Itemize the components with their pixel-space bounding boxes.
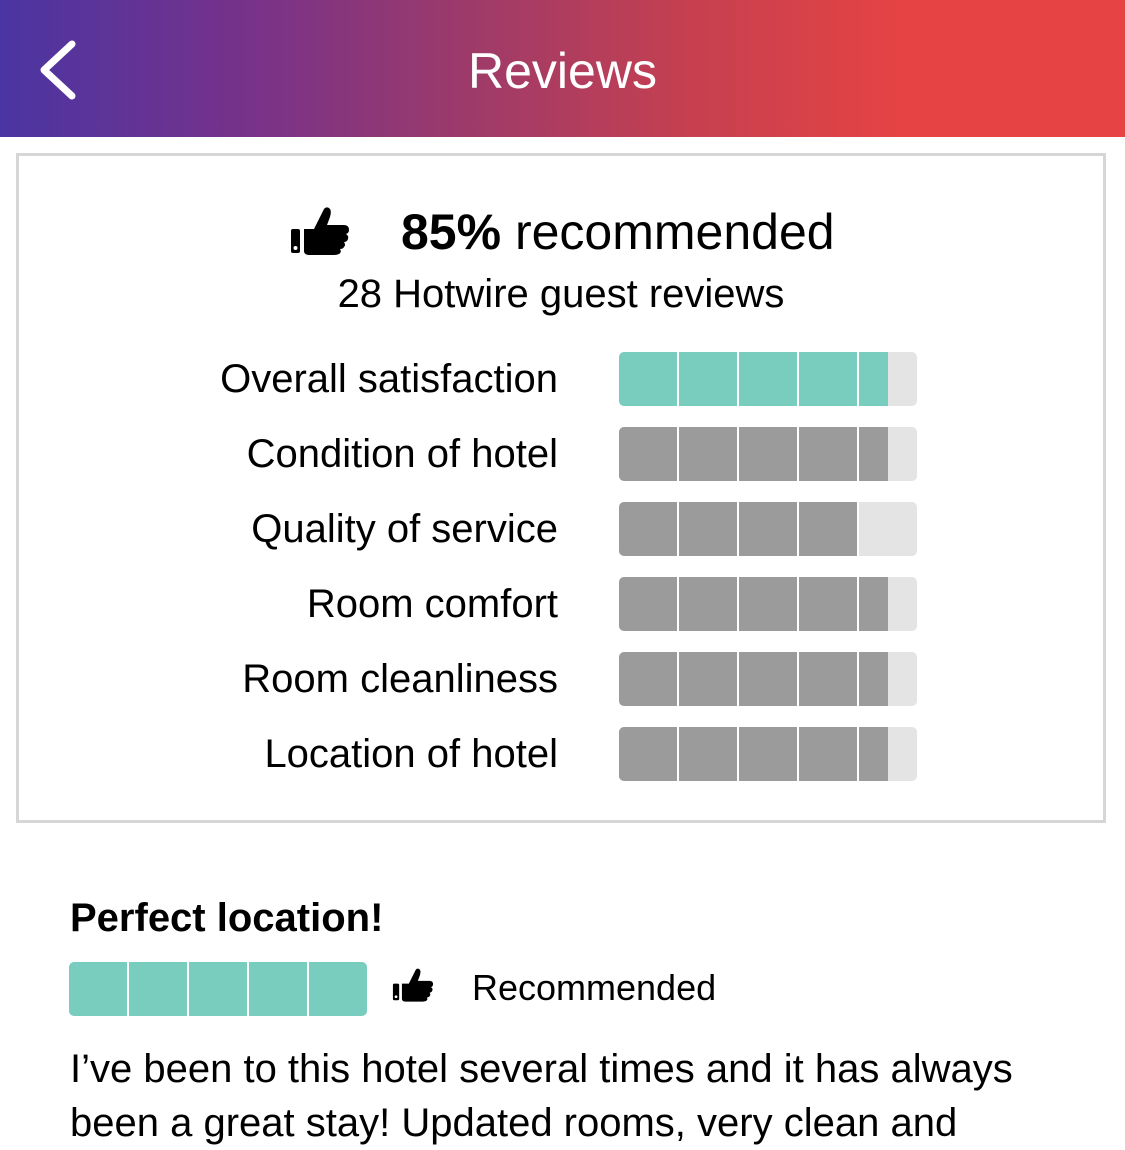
recommended-percent-text: 85% recommended (401, 204, 835, 260)
rating-segment-fill (799, 577, 857, 631)
rating-segment-fill (679, 727, 737, 781)
rating-segment-fill (679, 652, 737, 706)
rating-segment (859, 577, 917, 631)
rating-segment (189, 962, 247, 1016)
rating-segment (619, 352, 677, 406)
rating-segment (679, 427, 737, 481)
rating-segment (619, 652, 677, 706)
rating-segment-fill (859, 427, 888, 481)
rating-segment (129, 962, 187, 1016)
rating-label: Overall satisfaction (220, 357, 558, 401)
rating-segment (739, 427, 797, 481)
rating-segment (799, 427, 857, 481)
rating-segment (619, 577, 677, 631)
rating-segment-fill (679, 577, 737, 631)
rating-segment-fill (739, 577, 797, 631)
rating-segment-fill (739, 352, 797, 406)
rating-segment-fill (739, 652, 797, 706)
rating-segment (309, 962, 367, 1016)
app-header: Reviews (0, 0, 1125, 137)
rating-segment (619, 427, 677, 481)
rating-row: Condition of hotel (19, 427, 1103, 483)
rating-segment-fill (859, 352, 888, 406)
rating-row: Location of hotel (19, 727, 1103, 783)
review-count: 28 Hotwire guest reviews (337, 272, 785, 316)
rating-bar (619, 577, 917, 631)
rating-row: Quality of service (19, 502, 1103, 558)
rating-row: Room comfort (19, 577, 1103, 633)
rating-segment-fill (619, 652, 677, 706)
rating-segment-fill (619, 577, 677, 631)
review-title: Perfect location! (70, 896, 384, 940)
rating-label: Quality of service (251, 507, 558, 551)
rating-segment-fill (859, 727, 888, 781)
review-body: I’ve been to this hotel several times an… (70, 1047, 1013, 1145)
rating-segment-fill (679, 427, 737, 481)
rating-segment (739, 577, 797, 631)
rating-segment (69, 962, 127, 1016)
thumbs-up-icon (392, 968, 434, 1002)
rating-segment-fill (799, 352, 857, 406)
rating-bar (619, 427, 917, 481)
rating-segment (739, 502, 797, 556)
rating-bar (619, 352, 917, 406)
rating-segment-fill (799, 502, 857, 556)
rating-segment-fill (739, 427, 797, 481)
rating-segment-fill (619, 427, 677, 481)
rating-segment-fill (739, 502, 797, 556)
rating-segment (679, 352, 737, 406)
rating-segment (859, 427, 917, 481)
rating-segment (859, 502, 917, 556)
rating-segment (799, 652, 857, 706)
rating-segment-fill (679, 352, 737, 406)
rating-segment-fill (619, 352, 677, 406)
review-rating-bar (69, 962, 367, 1016)
rating-segment (249, 962, 307, 1016)
rating-segment-fill (799, 727, 857, 781)
rating-segment (619, 727, 677, 781)
rating-label: Room cleanliness (242, 657, 558, 701)
rating-segment-fill (619, 727, 677, 781)
rating-segment-fill (859, 577, 888, 631)
rating-bar (619, 502, 917, 556)
rating-segment (739, 652, 797, 706)
rating-segment (859, 352, 917, 406)
rating-segment (679, 577, 737, 631)
rating-label: Location of hotel (264, 732, 558, 776)
rating-segment-fill (619, 502, 677, 556)
rating-segment (679, 502, 737, 556)
rating-segment (859, 727, 917, 781)
rating-row: Overall satisfaction (19, 352, 1103, 408)
rating-segment-fill (859, 652, 888, 706)
rating-segment (799, 352, 857, 406)
rating-segment-fill (679, 502, 737, 556)
recommended-summary: 85% recommended (19, 201, 1103, 271)
rating-segment (739, 352, 797, 406)
rating-segment (859, 652, 917, 706)
rating-segment (619, 502, 677, 556)
rating-row: Room cleanliness (19, 652, 1103, 708)
rating-segment-fill (739, 727, 797, 781)
rating-segment (799, 727, 857, 781)
rating-segment-fill (799, 652, 857, 706)
rating-label: Room comfort (306, 582, 558, 626)
rating-segment (799, 577, 857, 631)
rating-bar (619, 652, 917, 706)
rating-segment-fill (799, 427, 857, 481)
thumbs-up-icon (291, 207, 349, 255)
rating-bar (619, 727, 917, 781)
page-title: Reviews (468, 43, 657, 99)
rating-segment (679, 727, 737, 781)
reviews-summary-card: 85% recommended 28 Hotwire guest reviews… (16, 153, 1106, 823)
rating-segment (739, 727, 797, 781)
rating-segment (679, 652, 737, 706)
rating-segment (799, 502, 857, 556)
recommended-label: Recommended (472, 967, 717, 1008)
rating-label: Condition of hotel (246, 432, 558, 476)
